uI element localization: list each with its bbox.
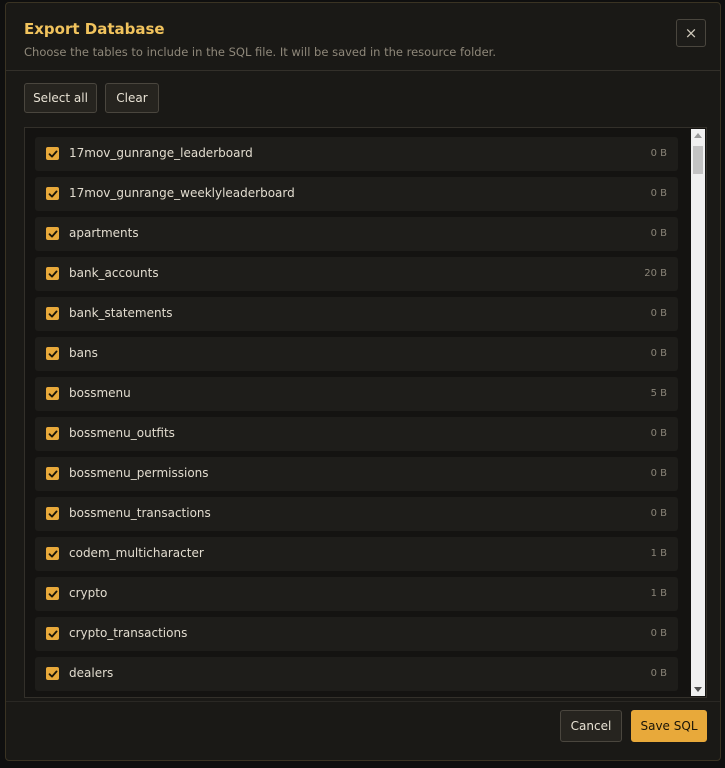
table-checkbox[interactable] bbox=[46, 347, 59, 360]
table-name: bossmenu_permissions bbox=[69, 466, 209, 480]
table-checkbox[interactable] bbox=[46, 467, 59, 480]
table-checkbox[interactable] bbox=[46, 227, 59, 240]
scroll-down-arrow-icon[interactable] bbox=[694, 687, 702, 692]
dialog-header: Export Database Choose the tables to inc… bbox=[6, 3, 720, 71]
table-rows: 17mov_gunrange_leaderboard 0 B 17mov_gunra… bbox=[35, 137, 678, 697]
table-size: 0 B bbox=[650, 228, 667, 239]
table-size: 0 B bbox=[650, 308, 667, 319]
scrollbar[interactable] bbox=[691, 129, 705, 696]
scroll-up-arrow-icon[interactable] bbox=[694, 133, 702, 138]
checkmark-icon bbox=[48, 350, 57, 357]
checkmark-icon bbox=[48, 430, 57, 437]
table-row[interactable]: bossmenu 5 B bbox=[35, 377, 678, 411]
table-size: 1 B bbox=[650, 588, 667, 599]
checkmark-icon bbox=[48, 270, 57, 277]
table-checkbox[interactable] bbox=[46, 427, 59, 440]
table-size: 20 B bbox=[644, 268, 667, 279]
table-row[interactable]: bank_accounts 20 B bbox=[35, 257, 678, 291]
clear-button[interactable]: Clear bbox=[105, 83, 159, 113]
dialog-title: Export Database bbox=[24, 20, 165, 38]
table-row[interactable]: apartments 0 B bbox=[35, 217, 678, 251]
export-database-dialog: Export Database Choose the tables to inc… bbox=[5, 2, 721, 761]
table-row[interactable]: bossmenu_transactions 0 B bbox=[35, 497, 678, 531]
table-name: codem_multicharacter bbox=[69, 546, 204, 560]
checkmark-icon bbox=[48, 470, 57, 477]
checkmark-icon bbox=[48, 670, 57, 677]
checkmark-icon bbox=[48, 190, 57, 197]
table-row[interactable]: 17mov_gunrange_leaderboard 0 B bbox=[35, 137, 678, 171]
table-size: 0 B bbox=[650, 628, 667, 639]
checkmark-icon bbox=[48, 550, 57, 557]
scrollbar-thumb[interactable] bbox=[693, 146, 703, 174]
table-size: 0 B bbox=[650, 148, 667, 159]
table-row[interactable]: bank_statements 0 B bbox=[35, 297, 678, 331]
table-checkbox[interactable] bbox=[46, 587, 59, 600]
table-size: 0 B bbox=[650, 508, 667, 519]
select-all-button[interactable]: Select all bbox=[24, 83, 97, 113]
table-name: bossmenu_outfits bbox=[69, 426, 175, 440]
table-row[interactable]: bans 0 B bbox=[35, 337, 678, 371]
checkmark-icon bbox=[48, 150, 57, 157]
save-sql-button[interactable]: Save SQL bbox=[631, 710, 707, 742]
table-checkbox[interactable] bbox=[46, 307, 59, 320]
table-row[interactable]: dealers 0 B bbox=[35, 657, 678, 691]
table-name: bank_accounts bbox=[69, 266, 159, 280]
footer-divider bbox=[6, 701, 720, 702]
table-checkbox[interactable] bbox=[46, 267, 59, 280]
checkmark-icon bbox=[48, 230, 57, 237]
checkmark-icon bbox=[48, 590, 57, 597]
table-size: 0 B bbox=[650, 348, 667, 359]
dialog-subtitle: Choose the tables to include in the SQL … bbox=[24, 45, 496, 59]
table-name: 17mov_gunrange_leaderboard bbox=[69, 146, 253, 160]
cancel-button[interactable]: Cancel bbox=[560, 710, 622, 742]
table-size: 0 B bbox=[650, 188, 667, 199]
table-row[interactable]: codem_multicharacter 1 B bbox=[35, 537, 678, 571]
table-checkbox[interactable] bbox=[46, 147, 59, 160]
table-list: 17mov_gunrange_leaderboard 0 B 17mov_gunra… bbox=[24, 127, 707, 698]
table-name: 17mov_gunrange_weeklyleaderboard bbox=[69, 186, 295, 200]
checkmark-icon bbox=[48, 510, 57, 517]
table-size: 1 B bbox=[650, 548, 667, 559]
close-button[interactable]: × bbox=[676, 19, 706, 47]
table-row[interactable]: bossmenu_permissions 0 B bbox=[35, 457, 678, 491]
table-name: apartments bbox=[69, 226, 139, 240]
checkmark-icon bbox=[48, 310, 57, 317]
close-icon: × bbox=[684, 24, 698, 42]
table-checkbox[interactable] bbox=[46, 667, 59, 680]
table-name: dealers bbox=[69, 666, 114, 680]
table-size: 5 B bbox=[650, 388, 667, 399]
table-checkbox[interactable] bbox=[46, 187, 59, 200]
table-checkbox[interactable] bbox=[46, 627, 59, 640]
table-size: 0 B bbox=[650, 468, 667, 479]
table-name: crypto bbox=[69, 586, 108, 600]
table-row[interactable]: crypto_transactions 0 B bbox=[35, 617, 678, 651]
table-name: bossmenu bbox=[69, 386, 131, 400]
table-name: crypto_transactions bbox=[69, 626, 188, 640]
checkmark-icon bbox=[48, 630, 57, 637]
table-name: bossmenu_transactions bbox=[69, 506, 211, 520]
table-size: 0 B bbox=[650, 428, 667, 439]
table-checkbox[interactable] bbox=[46, 387, 59, 400]
table-row[interactable]: bossmenu_outfits 0 B bbox=[35, 417, 678, 451]
table-checkbox[interactable] bbox=[46, 547, 59, 560]
table-name: bank_statements bbox=[69, 306, 173, 320]
checkmark-icon bbox=[48, 390, 57, 397]
table-checkbox[interactable] bbox=[46, 507, 59, 520]
table-row[interactable]: crypto 1 B bbox=[35, 577, 678, 611]
table-name: bans bbox=[69, 346, 98, 360]
table-row[interactable]: 17mov_gunrange_weeklyleaderboard 0 B bbox=[35, 177, 678, 211]
table-size: 0 B bbox=[650, 668, 667, 679]
